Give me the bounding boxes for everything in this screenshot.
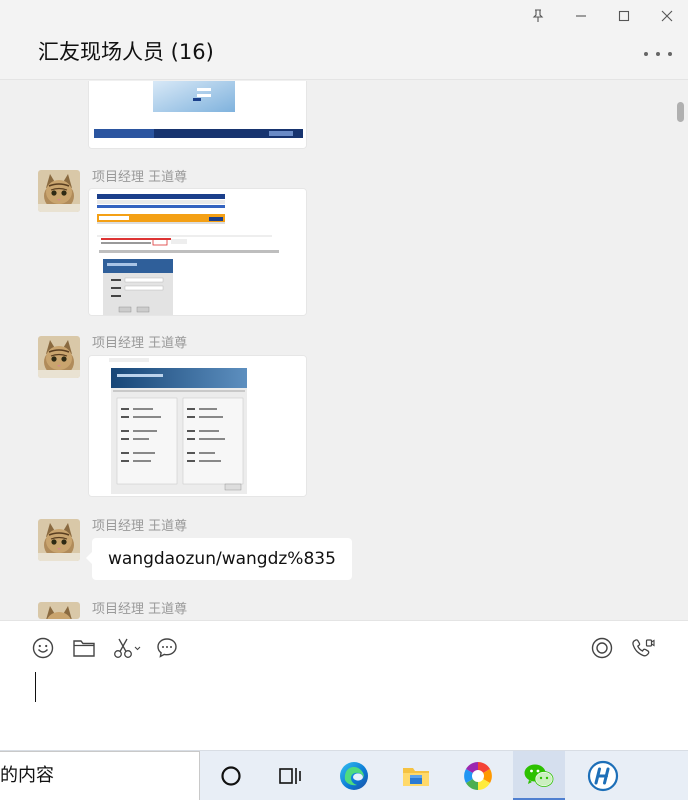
text-message-bubble[interactable]: wangdaozun/wangdz%835 [86,538,352,580]
avatar[interactable] [38,336,80,378]
image-message-browser-screenshot[interactable] [88,188,307,316]
edge-browser-icon[interactable] [328,751,380,800]
color-wheel-app-icon[interactable] [452,751,504,800]
composer [0,620,688,750]
dot [644,52,648,56]
scrollbar-thumb[interactable] [677,102,684,122]
sender-name: 项目经理 王道尊 [92,519,188,534]
windows-taskbar: 的内容 [0,750,688,800]
live-icon[interactable] [589,635,615,661]
pin-icon[interactable] [516,0,559,32]
message-list[interactable]: 项目经理 王道尊 项目经理 王道尊 项目经理 王道尊 wangdaozun/wa… [0,81,688,619]
avatar[interactable] [38,170,80,212]
task-view-icon[interactable] [264,751,316,800]
wechat-icon[interactable] [513,751,565,800]
emoji-icon[interactable] [30,635,56,661]
chat-bubble-icon[interactable] [154,635,180,661]
folder-icon[interactable] [71,635,97,661]
sender-name: 项目经理 王道尊 [92,336,188,351]
more-options-button[interactable] [644,44,672,64]
dot [668,52,672,56]
avatar[interactable] [38,519,80,561]
maximize-icon[interactable] [602,0,645,32]
scissors-icon[interactable] [112,635,142,661]
sender-name: 项目经理 王道尊 [92,170,188,185]
cortana-icon[interactable] [205,751,257,800]
text-input-caret[interactable] [35,672,36,702]
taskbar-search-input[interactable]: 的内容 [0,751,200,800]
close-icon[interactable] [645,0,688,32]
dot [656,52,660,56]
file-explorer-icon[interactable] [390,751,442,800]
chat-header: 汇友现场人员 (16) [0,0,688,80]
minimize-icon[interactable] [559,0,602,32]
image-message-login-screenshot[interactable] [88,81,307,149]
call-icon[interactable] [630,635,656,661]
avatar[interactable] [38,602,80,619]
hunter-h-app-icon[interactable] [577,751,629,800]
chat-title: 汇友现场人员 (16) [38,40,214,64]
window-controls [516,0,688,32]
sender-name: 项目经理 王道尊 [92,602,188,617]
image-message-config-screenshot[interactable] [88,355,307,497]
